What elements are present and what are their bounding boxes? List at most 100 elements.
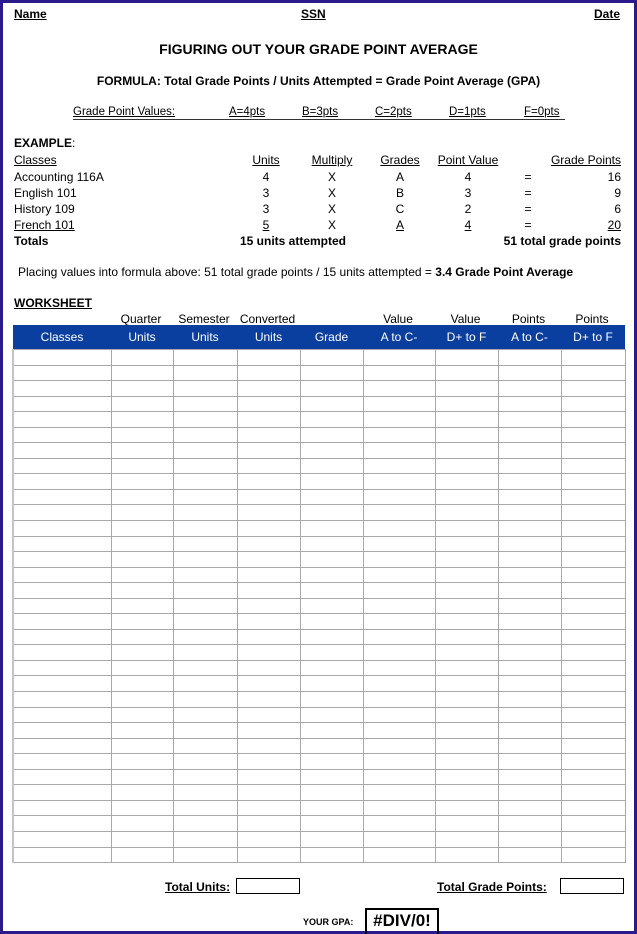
worksheet-cell[interactable] bbox=[434, 535, 499, 553]
worksheet-cell[interactable] bbox=[110, 395, 174, 413]
worksheet-cell[interactable] bbox=[12, 737, 112, 755]
worksheet-cell[interactable] bbox=[110, 644, 174, 661]
worksheet-cell[interactable] bbox=[434, 551, 499, 568]
worksheet-cell[interactable] bbox=[110, 535, 174, 553]
worksheet-cell[interactable] bbox=[560, 784, 626, 801]
worksheet-cell[interactable] bbox=[110, 520, 174, 537]
worksheet-cell[interactable] bbox=[236, 737, 301, 755]
worksheet-cell[interactable] bbox=[110, 659, 174, 677]
worksheet-cell[interactable] bbox=[299, 675, 364, 693]
worksheet-cell[interactable] bbox=[236, 644, 301, 661]
worksheet-cell[interactable] bbox=[236, 691, 301, 708]
worksheet-cell[interactable] bbox=[362, 457, 436, 475]
worksheet-cell[interactable] bbox=[172, 504, 238, 522]
worksheet-cell[interactable] bbox=[434, 582, 499, 599]
worksheet-cell[interactable] bbox=[497, 722, 562, 739]
worksheet-cell[interactable] bbox=[110, 613, 174, 630]
worksheet-cell[interactable] bbox=[299, 659, 364, 677]
worksheet-cell[interactable] bbox=[362, 830, 436, 848]
worksheet-cell[interactable] bbox=[236, 768, 301, 786]
worksheet-cell[interactable] bbox=[236, 411, 301, 428]
worksheet-cell[interactable] bbox=[110, 799, 174, 817]
worksheet-cell[interactable] bbox=[560, 628, 626, 646]
worksheet-cell[interactable] bbox=[299, 846, 364, 864]
worksheet-cell[interactable] bbox=[236, 426, 301, 444]
worksheet-cell[interactable] bbox=[560, 442, 626, 459]
worksheet-cell[interactable] bbox=[497, 644, 562, 661]
worksheet-cell[interactable] bbox=[434, 411, 499, 428]
worksheet-cell[interactable] bbox=[299, 722, 364, 739]
worksheet-cell[interactable] bbox=[434, 659, 499, 677]
worksheet-cell[interactable] bbox=[560, 753, 626, 770]
worksheet-cell[interactable] bbox=[110, 753, 174, 770]
worksheet-cell[interactable] bbox=[110, 551, 174, 568]
worksheet-cell[interactable] bbox=[434, 597, 499, 615]
worksheet-cell[interactable] bbox=[560, 644, 626, 661]
worksheet-cell[interactable] bbox=[12, 768, 112, 786]
worksheet-cell[interactable] bbox=[434, 364, 499, 382]
worksheet-cell[interactable] bbox=[110, 442, 174, 459]
worksheet-cell[interactable] bbox=[236, 613, 301, 630]
worksheet-cell[interactable] bbox=[560, 846, 626, 864]
worksheet-cell[interactable] bbox=[110, 566, 174, 584]
worksheet-cell[interactable] bbox=[497, 737, 562, 755]
worksheet-cell[interactable] bbox=[362, 520, 436, 537]
worksheet-cell[interactable] bbox=[172, 675, 238, 693]
worksheet-cell[interactable] bbox=[172, 737, 238, 755]
worksheet-cell[interactable] bbox=[12, 830, 112, 848]
worksheet-cell[interactable] bbox=[299, 784, 364, 801]
worksheet-cell[interactable] bbox=[110, 597, 174, 615]
worksheet-cell[interactable] bbox=[12, 799, 112, 817]
worksheet-cell[interactable] bbox=[434, 380, 499, 397]
worksheet-cell[interactable] bbox=[12, 473, 112, 490]
worksheet-cell[interactable] bbox=[434, 488, 499, 506]
worksheet-cell[interactable] bbox=[110, 815, 174, 832]
worksheet-cell[interactable] bbox=[434, 830, 499, 848]
worksheet-cell[interactable] bbox=[110, 582, 174, 599]
worksheet-cell[interactable] bbox=[236, 659, 301, 677]
worksheet-cell[interactable] bbox=[362, 753, 436, 770]
worksheet-cell[interactable] bbox=[110, 706, 174, 724]
worksheet-cell[interactable] bbox=[434, 815, 499, 832]
worksheet-cell[interactable] bbox=[12, 628, 112, 646]
worksheet-cell[interactable] bbox=[497, 442, 562, 459]
worksheet-cell[interactable] bbox=[299, 830, 364, 848]
worksheet-cell[interactable] bbox=[172, 799, 238, 817]
worksheet-cell[interactable] bbox=[172, 768, 238, 786]
worksheet-cell[interactable] bbox=[110, 488, 174, 506]
worksheet-cell[interactable] bbox=[362, 535, 436, 553]
worksheet-cell[interactable] bbox=[560, 411, 626, 428]
worksheet-cell[interactable] bbox=[497, 488, 562, 506]
worksheet-cell[interactable] bbox=[362, 613, 436, 630]
worksheet-cell[interactable] bbox=[560, 395, 626, 413]
worksheet-cell[interactable] bbox=[299, 426, 364, 444]
worksheet-cell[interactable] bbox=[172, 426, 238, 444]
worksheet-cell[interactable] bbox=[236, 582, 301, 599]
worksheet-cell[interactable] bbox=[560, 535, 626, 553]
worksheet-cell[interactable] bbox=[560, 457, 626, 475]
worksheet-cell[interactable] bbox=[560, 768, 626, 786]
worksheet-cell[interactable] bbox=[362, 706, 436, 724]
worksheet-cell[interactable] bbox=[560, 675, 626, 693]
worksheet-cell[interactable] bbox=[434, 349, 499, 366]
worksheet-cell[interactable] bbox=[497, 706, 562, 724]
worksheet-cell[interactable] bbox=[497, 784, 562, 801]
worksheet-cell[interactable] bbox=[560, 551, 626, 568]
worksheet-cell[interactable] bbox=[299, 628, 364, 646]
worksheet-cell[interactable] bbox=[434, 520, 499, 537]
worksheet-cell[interactable] bbox=[497, 659, 562, 677]
worksheet-cell[interactable] bbox=[110, 784, 174, 801]
worksheet-cell[interactable] bbox=[12, 613, 112, 630]
worksheet-cell[interactable] bbox=[172, 784, 238, 801]
worksheet-cell[interactable] bbox=[172, 830, 238, 848]
worksheet-cell[interactable] bbox=[236, 395, 301, 413]
worksheet-cell[interactable] bbox=[236, 597, 301, 615]
worksheet-cell[interactable] bbox=[362, 628, 436, 646]
worksheet-cell[interactable] bbox=[12, 551, 112, 568]
worksheet-cell[interactable] bbox=[110, 473, 174, 490]
worksheet-cell[interactable] bbox=[299, 753, 364, 770]
worksheet-cell[interactable] bbox=[299, 597, 364, 615]
worksheet-cell[interactable] bbox=[299, 551, 364, 568]
worksheet-cell[interactable] bbox=[12, 659, 112, 677]
worksheet-cell[interactable] bbox=[172, 722, 238, 739]
